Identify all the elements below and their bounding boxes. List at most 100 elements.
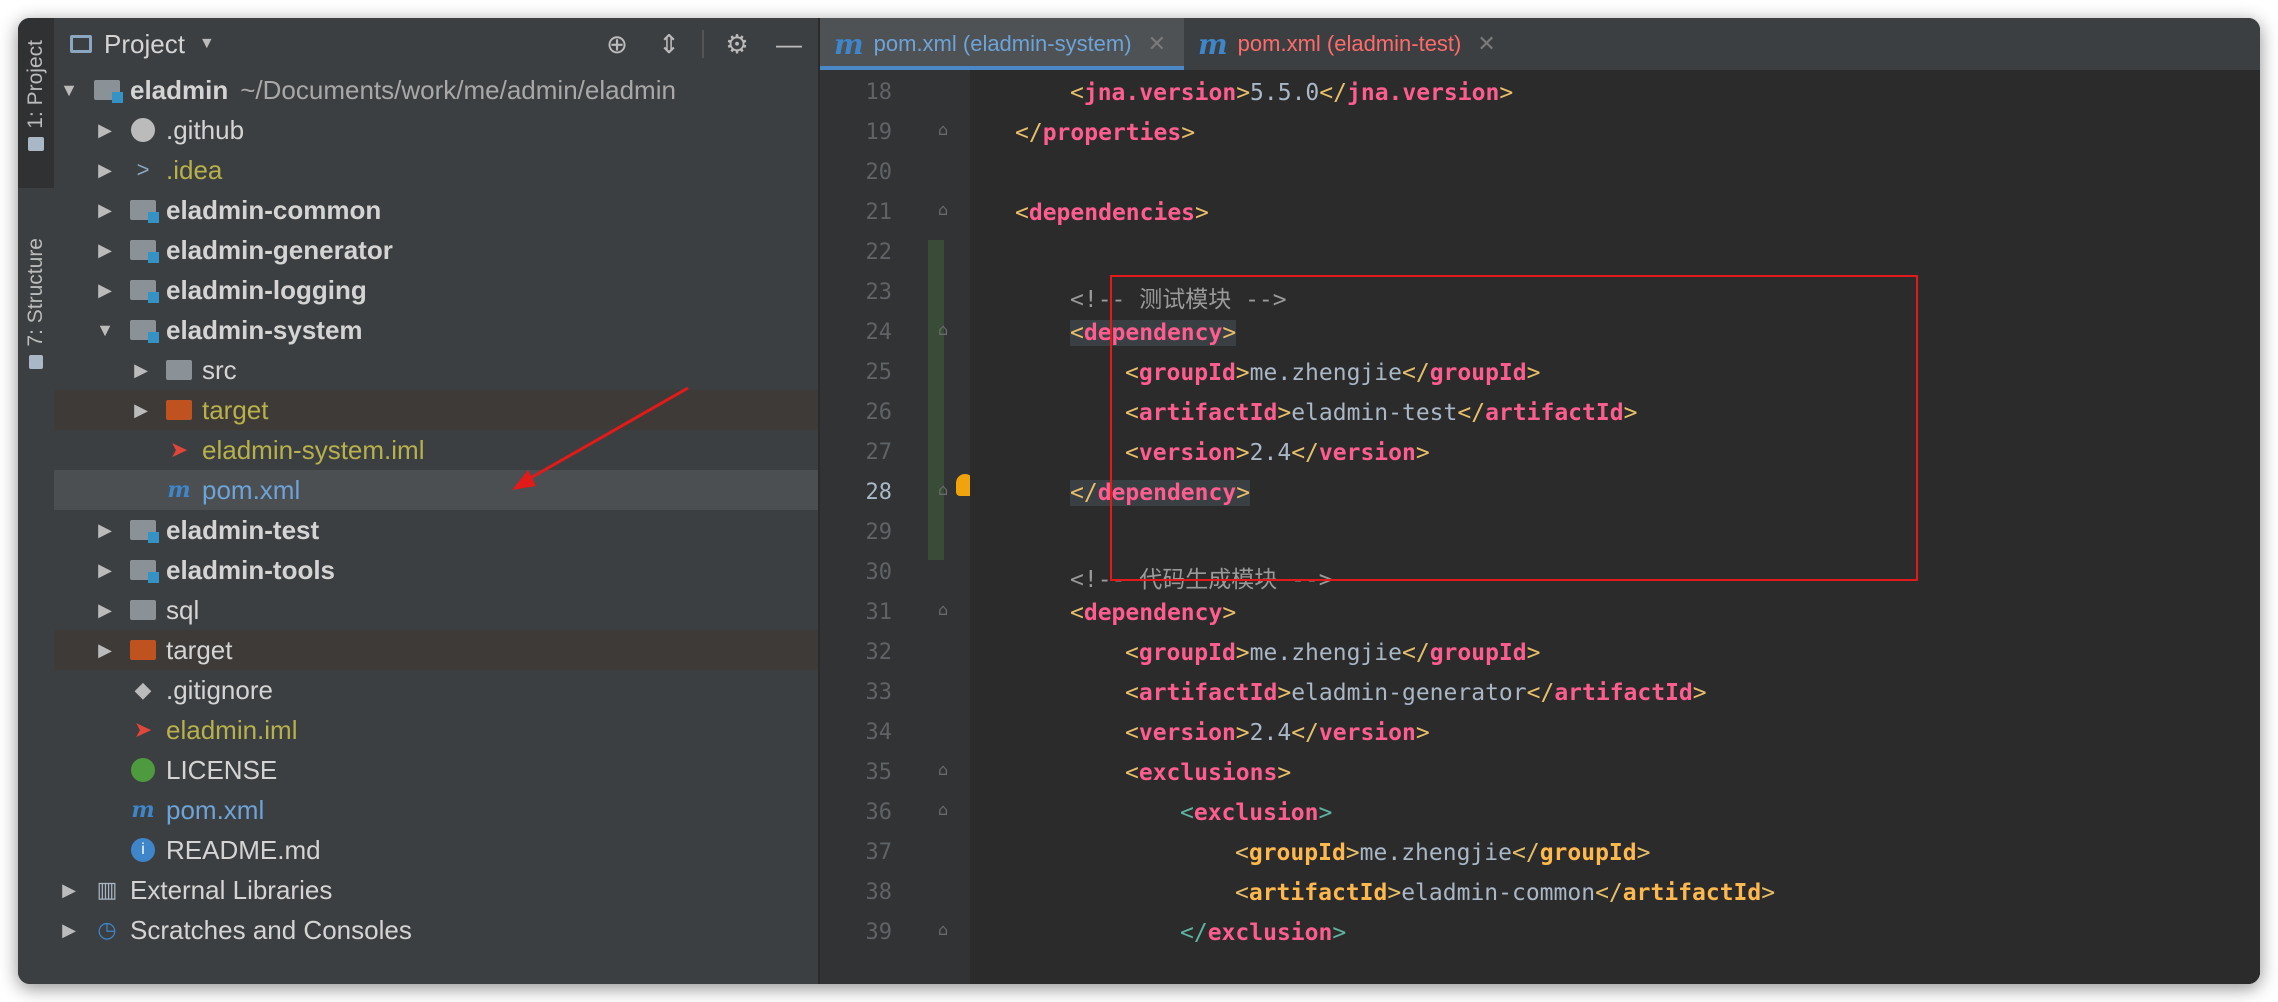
code-line-19: </properties> [1015, 120, 1196, 146]
line-number: 26 [865, 400, 893, 425]
tab-pom-eladmin-test[interactable]: m pom.xml (eladmin-test) ✕ [1184, 18, 1514, 70]
code-line-32: <groupId>me.zhengjie</groupId> [1125, 640, 1541, 666]
chevron-right-icon[interactable]: ▶ [96, 600, 114, 621]
code-editor[interactable]: <jna.version>5.5.0</jna.version> </prope… [970, 70, 2260, 984]
fold-icon[interactable]: ⌂ [938, 600, 948, 619]
tree-item-pom-xml-selected[interactable]: m pom.xml [54, 470, 818, 510]
chevron-right-icon[interactable]: ▶ [60, 880, 78, 901]
excluded-folder-icon [164, 397, 194, 423]
tree-item-gitignore[interactable]: ◆ .gitignore [54, 670, 818, 710]
tree-item-label: External Libraries [130, 874, 333, 905]
line-number: 20 [865, 160, 893, 185]
fold-icon[interactable]: ⌂ [938, 920, 948, 939]
line-number-gutter: 18 19 20 21 22 23 24 25 26 27 28 29 30 3… [820, 70, 974, 984]
tab-pom-eladmin-system[interactable]: m pom.xml (eladmin-system) ✕ [820, 18, 1185, 70]
code-line-21: <dependencies> [1015, 200, 1209, 226]
tree-item-eladmin-common[interactable]: ▶ eladmin-common [54, 190, 818, 230]
tree-item-scratches[interactable]: ▶ ◷ Scratches and Consoles [54, 910, 818, 950]
chevron-down-icon[interactable]: ▼ [60, 80, 78, 101]
folder-icon [28, 136, 44, 151]
excluded-folder-icon [128, 637, 158, 663]
tree-item-eladmin-system[interactable]: ▼ eladmin-system [54, 310, 818, 350]
line-number: 22 [865, 240, 893, 265]
chevron-down-icon[interactable]: ▼ [199, 35, 215, 53]
tree-item-src[interactable]: ▶ src [54, 350, 818, 390]
tree-item-idea[interactable]: ▶ > .idea [54, 150, 818, 190]
tree-item-eladmin-system-iml[interactable]: ➤ eladmin-system.iml [54, 430, 818, 470]
tree-item-label: eladmin-system [166, 314, 363, 345]
chevron-right-icon[interactable]: ▶ [60, 920, 78, 941]
maven-icon: m [131, 797, 155, 823]
tree-item-label: eladmin-tools [166, 554, 336, 585]
tree-item-label: pom.xml [166, 794, 265, 825]
tree-item-external-libraries[interactable]: ▶ ▥ External Libraries [54, 870, 818, 910]
tree-item-eladmin-tools[interactable]: ▶ eladmin-tools [54, 550, 818, 590]
git-icon: ◆ [134, 677, 152, 702]
chevron-down-icon[interactable]: ▼ [96, 320, 114, 341]
chevron-right-icon[interactable]: ▶ [96, 240, 114, 261]
line-number: 39 [865, 920, 893, 945]
tree-item-target[interactable]: ▶ target [54, 390, 818, 430]
line-number: 29 [865, 520, 893, 545]
editor-area: m pom.xml (eladmin-system) ✕ m pom.xml (… [820, 18, 2260, 984]
gear-icon[interactable]: ⚙ [722, 29, 752, 59]
tree-item-label: .idea [166, 154, 223, 185]
code-line-18: <jna.version>5.5.0</jna.version> [1070, 80, 1514, 106]
module-folder-icon [92, 77, 123, 103]
tree-item-eladmin-logging[interactable]: ▶ eladmin-logging [54, 270, 818, 310]
fold-icon[interactable]: ⌂ [938, 320, 948, 339]
tree-item-eladmin[interactable]: ▼ eladmin ~/Documents/work/me/admin/elad… [54, 70, 818, 110]
chevron-right-icon[interactable]: ▶ [96, 160, 114, 181]
locate-icon[interactable]: ⊕ [602, 29, 632, 59]
structure-tool-tab[interactable]: 7: Structure [18, 218, 54, 408]
chevron-right-icon[interactable]: ▶ [132, 360, 150, 381]
tree-item-label: README.md [166, 834, 321, 865]
project-panel-title[interactable]: Project [104, 29, 185, 60]
tree-item-eladmin-iml[interactable]: ➤ eladmin.iml [54, 710, 818, 750]
fold-icon[interactable]: ⌂ [938, 800, 948, 819]
line-number: 36 [865, 800, 893, 825]
chevron-right-icon[interactable]: ▶ [96, 200, 114, 221]
line-number: 31 [865, 600, 893, 625]
iml-file-icon: ➤ [169, 437, 189, 462]
vcs-change-marker[interactable] [928, 240, 944, 560]
line-number: 35 [865, 760, 893, 785]
annotation-box [1110, 275, 1918, 581]
tree-item-license[interactable]: LICENSE [54, 750, 818, 790]
tree-item-label: .github [166, 114, 245, 145]
minimize-icon[interactable]: — [774, 29, 804, 59]
tree-item-eladmin-test[interactable]: ▶ eladmin-test [54, 510, 818, 550]
tree-item-label: target [202, 394, 269, 425]
tree-item-readme[interactable]: i README.md [54, 830, 818, 870]
tree-item-label: eladmin-test [166, 514, 320, 545]
fold-icon[interactable]: ⌂ [938, 200, 948, 219]
tree-item-sql[interactable]: ▶ sql [54, 590, 818, 630]
tree-item-label: eladmin-common [166, 194, 382, 225]
chevron-right-icon[interactable]: ▶ [96, 640, 114, 661]
tree-item-target-root[interactable]: ▶ target [54, 630, 818, 670]
chevron-right-icon[interactable]: ▶ [96, 520, 114, 541]
tree-item-label: pom.xml [202, 474, 301, 505]
fold-icon[interactable]: ⌂ [938, 120, 948, 139]
editor-tabs: m pom.xml (eladmin-system) ✕ m pom.xml (… [820, 18, 2260, 71]
close-icon[interactable]: ✕ [1477, 31, 1495, 57]
tree-item-github[interactable]: ▶ .github [54, 110, 818, 150]
close-icon[interactable]: ✕ [1148, 31, 1166, 57]
tree-item-pom-xml-root[interactable]: m pom.xml [54, 790, 818, 830]
idea-folder-icon: > [136, 157, 150, 182]
chevron-right-icon[interactable]: ▶ [96, 560, 114, 581]
fold-icon[interactable]: ⌂ [938, 480, 948, 499]
project-tool-tab[interactable]: 1: Project [18, 18, 54, 188]
chevron-right-icon[interactable]: ▶ [96, 280, 114, 301]
line-number: 38 [865, 880, 893, 905]
chevron-right-icon[interactable]: ▶ [96, 120, 114, 141]
code-line-38: <artifactId>eladmin-common</artifactId> [1235, 880, 1776, 906]
line-number: 24 [865, 320, 893, 345]
collapse-all-icon[interactable]: ⇕ [654, 29, 684, 59]
chevron-right-icon[interactable]: ▶ [132, 400, 150, 421]
line-number: 34 [865, 720, 893, 745]
maven-icon: m [1198, 27, 1228, 61]
tree-item-eladmin-generator[interactable]: ▶ eladmin-generator [54, 230, 818, 270]
module-folder-icon [128, 557, 159, 583]
fold-icon[interactable]: ⌂ [938, 760, 948, 779]
